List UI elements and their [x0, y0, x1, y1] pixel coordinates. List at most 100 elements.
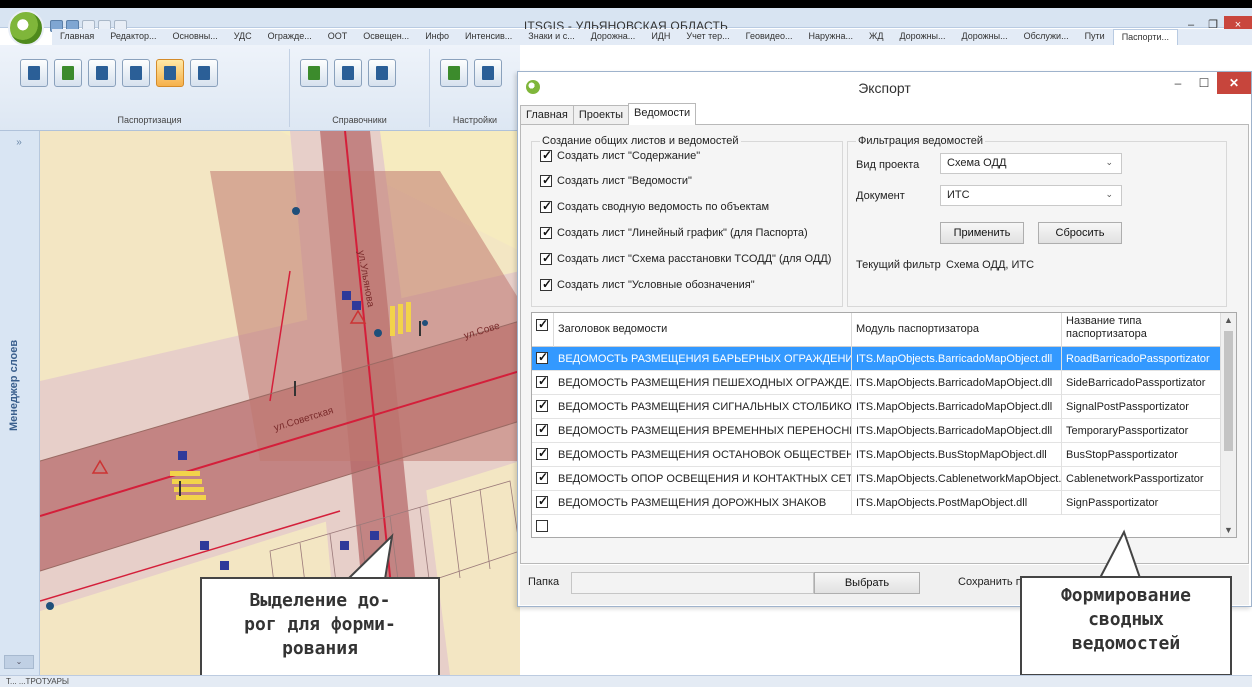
ribbon-tab-editor[interactable]: Редактор... [102, 29, 164, 45]
dialog-close-button[interactable]: ✕ [1217, 72, 1251, 94]
ribbon-tab-accounting[interactable]: Учет тер... [678, 29, 737, 45]
expand-layers-icon[interactable]: » [4, 137, 34, 155]
table-row[interactable]: ВЕДОМОСТЬ РАЗМЕЩЕНИЯ ДОРОЖНЫХ ЗНАКОВ ITS… [532, 491, 1222, 515]
ribbon-tab-main[interactable]: Основны... [165, 29, 226, 45]
app-logo[interactable] [8, 10, 44, 46]
option-contents[interactable]: Создать лист "Содержание" [540, 148, 701, 162]
ribbon-tab-oot[interactable]: ООТ [320, 29, 356, 45]
callout-line: рог для форми- [244, 614, 396, 635]
option-linear-graph[interactable]: Создать лист "Линейный график" (для Пасп… [540, 225, 808, 239]
ribbon-tab-home[interactable]: Главная [52, 29, 102, 45]
row-checkbox[interactable] [536, 520, 548, 532]
folder-path-input[interactable] [571, 572, 814, 594]
row-checkbox[interactable] [536, 422, 548, 436]
row-checkbox[interactable] [536, 494, 548, 508]
project-type-label: Вид проекта [856, 159, 920, 171]
reset-filter-button[interactable]: Сбросить [1038, 222, 1122, 244]
column-header-title[interactable]: Заголовок ведомости [554, 313, 852, 347]
row-checkbox[interactable] [536, 398, 548, 412]
ribbon-tab-lighting[interactable]: Освещен... [355, 29, 417, 45]
table-scrollbar[interactable]: ▲ ▼ [1220, 313, 1236, 537]
ribbon-tab-intensity[interactable]: Интенсив... [457, 29, 520, 45]
option-tsodd-scheme[interactable]: Создать лист "Схема расстановки ТСОДД" (… [540, 251, 832, 265]
delete-passport-icon[interactable] [122, 59, 150, 87]
scroll-thumb[interactable] [1224, 331, 1233, 451]
circle-icon[interactable] [474, 59, 502, 87]
layers-scroll-handle[interactable]: ⌄ [4, 655, 34, 669]
dialog-tabs: Главная Проекты Ведомости [520, 103, 697, 125]
ribbon-tab-paths[interactable]: Пути [1077, 29, 1113, 45]
layer-manager-title[interactable]: Менеджер слоев [8, 311, 20, 431]
row-checkbox[interactable] [536, 470, 548, 484]
dialog-minimize-button[interactable]: – [1165, 72, 1191, 94]
tab-projects[interactable]: Проекты [572, 105, 630, 125]
checkbox[interactable] [540, 251, 552, 265]
cell-module: ITS.MapObjects.BarricadoMapObject.dll [852, 371, 1062, 395]
document-icon[interactable] [190, 59, 218, 87]
ribbon-tab-signs[interactable]: Знаки и с... [520, 29, 582, 45]
checkbox[interactable] [540, 277, 552, 291]
table-row[interactable]: ВЕДОМОСТЬ РАЗМЕЩЕНИЯ ПЕШЕХОДНЫХ ОГРАЖДЕ.… [532, 371, 1222, 395]
ribbon-tab-road-2[interactable]: Дорожны... [891, 29, 953, 45]
browse-button[interactable]: Выбрать [814, 572, 920, 594]
select-all-checkbox[interactable] [536, 317, 548, 331]
ribbon-group-label: Настройки [452, 115, 498, 125]
table-row-partial[interactable] [532, 515, 1222, 537]
checkbox[interactable] [540, 199, 552, 213]
document-select[interactable]: ИТС ⌄ [940, 185, 1122, 206]
select-all-cell[interactable] [532, 313, 554, 347]
ribbon-group-refs: Справочники [290, 49, 430, 127]
chart-icon[interactable] [300, 59, 328, 87]
column-header-module[interactable]: Модуль паспортизатора [852, 313, 1062, 347]
table-row[interactable]: ВЕДОМОСТЬ РАЗМЕЩЕНИЯ СИГНАЛЬНЫХ СТОЛБИКО… [532, 395, 1222, 419]
callout-line: сводных [1088, 609, 1164, 630]
column-header-type[interactable]: Название типа паспортизатора [1062, 313, 1222, 347]
folder-icon[interactable] [368, 59, 396, 87]
option-summary-statement[interactable]: Создать сводную ведомость по объектам [540, 199, 770, 213]
option-legend-sheet[interactable]: Создать лист "Условные обозначения" [540, 277, 755, 291]
tab-statements[interactable]: Ведомости [628, 103, 697, 125]
ribbon-tab-idn[interactable]: ИДН [643, 29, 678, 45]
tab-home[interactable]: Главная [520, 105, 574, 125]
ribbon-tab-road[interactable]: Дорожна... [583, 29, 644, 45]
search-passport-icon[interactable] [20, 59, 48, 87]
cell-module: ITS.MapObjects.BarricadoMapObject.dll [852, 395, 1062, 419]
row-checkbox[interactable] [536, 446, 548, 460]
scroll-up-icon[interactable]: ▲ [1224, 315, 1233, 325]
ribbon-tab-service[interactable]: Обслужи... [1016, 29, 1077, 45]
checkbox[interactable] [540, 173, 552, 187]
title-bar: ITSGIS - УЛЬЯНОВСКАЯ ОБЛАСТЬ – ❐ × [0, 8, 1252, 34]
row-checkbox[interactable] [536, 350, 548, 364]
add-passport-icon[interactable] [54, 59, 82, 87]
project-type-select[interactable]: Схема ОДД ⌄ [940, 153, 1122, 174]
dialog-maximize-button[interactable]: ☐ [1191, 72, 1217, 94]
ribbon-tab-uds[interactable]: УДС [226, 29, 260, 45]
edit-passport-icon[interactable] [88, 59, 116, 87]
checkbox[interactable] [540, 225, 552, 239]
person-icon[interactable] [334, 59, 362, 87]
table-row[interactable]: ВЕДОМОСТЬ РАЗМЕЩЕНИЯ ОСТАНОВОК ОБЩЕСТВЕН… [532, 443, 1222, 467]
table-row[interactable]: ВЕДОМОСТЬ РАЗМЕЩЕНИЯ БАРЬЕРНЫХ ОГРАЖДЕНИ… [532, 347, 1222, 371]
callout-left: Выделение до- рог для форми- рования [200, 577, 440, 687]
table-row[interactable]: ВЕДОМОСТЬ РАЗМЕЩЕНИЯ ВРЕМЕННЫХ ПЕРЕНОСНЫ… [532, 419, 1222, 443]
checkbox[interactable] [540, 148, 552, 162]
settings-icon[interactable] [440, 59, 468, 87]
scroll-down-icon[interactable]: ▼ [1224, 525, 1233, 535]
ribbon-tab-outdoor[interactable]: Наружна... [801, 29, 862, 45]
ribbon-tab-passport[interactable]: Паспорти... [1112, 29, 1179, 45]
option-label: Создать лист "Содержание" [557, 150, 701, 162]
option-label: Создать лист "Схема расстановки ТСОДД" (… [557, 253, 832, 265]
option-label: Создать сводную ведомость по объектам [557, 201, 770, 213]
ribbon-tab-road-3[interactable]: Дорожны... [954, 29, 1016, 45]
cell-title: ВЕДОМОСТЬ ОПОР ОСВЕЩЕНИЯ И КОНТАКТНЫХ СЕ… [554, 467, 852, 491]
ribbon-tab-geovideo[interactable]: Геовидео... [738, 29, 801, 45]
ribbon-tab-railway[interactable]: ЖД [861, 29, 891, 45]
row-checkbox[interactable] [536, 374, 548, 388]
callout-line: ведомостей [1071, 633, 1181, 654]
export-passport-icon[interactable] [156, 59, 184, 87]
apply-filter-button[interactable]: Применить [940, 222, 1024, 244]
table-row[interactable]: ВЕДОМОСТЬ ОПОР ОСВЕЩЕНИЯ И КОНТАКТНЫХ СЕ… [532, 467, 1222, 491]
option-statements-sheet[interactable]: Создать лист "Ведомости" [540, 173, 692, 187]
ribbon-tab-info[interactable]: Инфо [417, 29, 457, 45]
ribbon-tab-fences[interactable]: Огражде... [260, 29, 320, 45]
